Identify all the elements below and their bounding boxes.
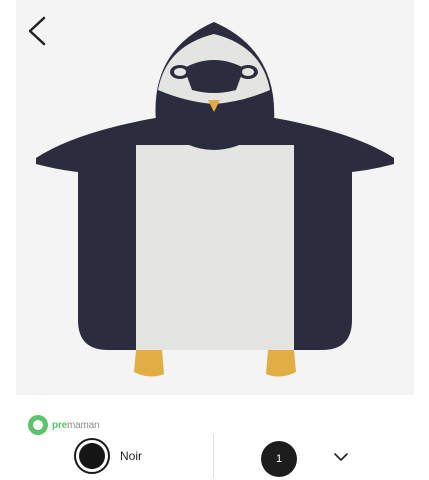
color-swatch[interactable] xyxy=(79,443,105,469)
options-bar: Noir 1 xyxy=(0,432,429,480)
penguin-poncho-illustration xyxy=(36,22,394,377)
brand-name-secondary: maman xyxy=(66,419,100,431)
brand-name: premaman xyxy=(52,419,100,431)
brand-name-primary: pre xyxy=(52,419,67,431)
back-button[interactable] xyxy=(24,14,54,48)
color-selector[interactable]: Noir xyxy=(74,438,142,474)
quantity-badge[interactable]: 1 xyxy=(261,441,297,477)
chevron-left-icon xyxy=(28,16,46,46)
product-image xyxy=(16,0,414,395)
chevron-down-icon xyxy=(334,453,348,461)
quantity-dropdown[interactable] xyxy=(333,450,349,464)
color-swatch-ring[interactable] xyxy=(74,438,110,474)
color-label: Noir xyxy=(120,449,143,463)
divider xyxy=(213,434,214,478)
